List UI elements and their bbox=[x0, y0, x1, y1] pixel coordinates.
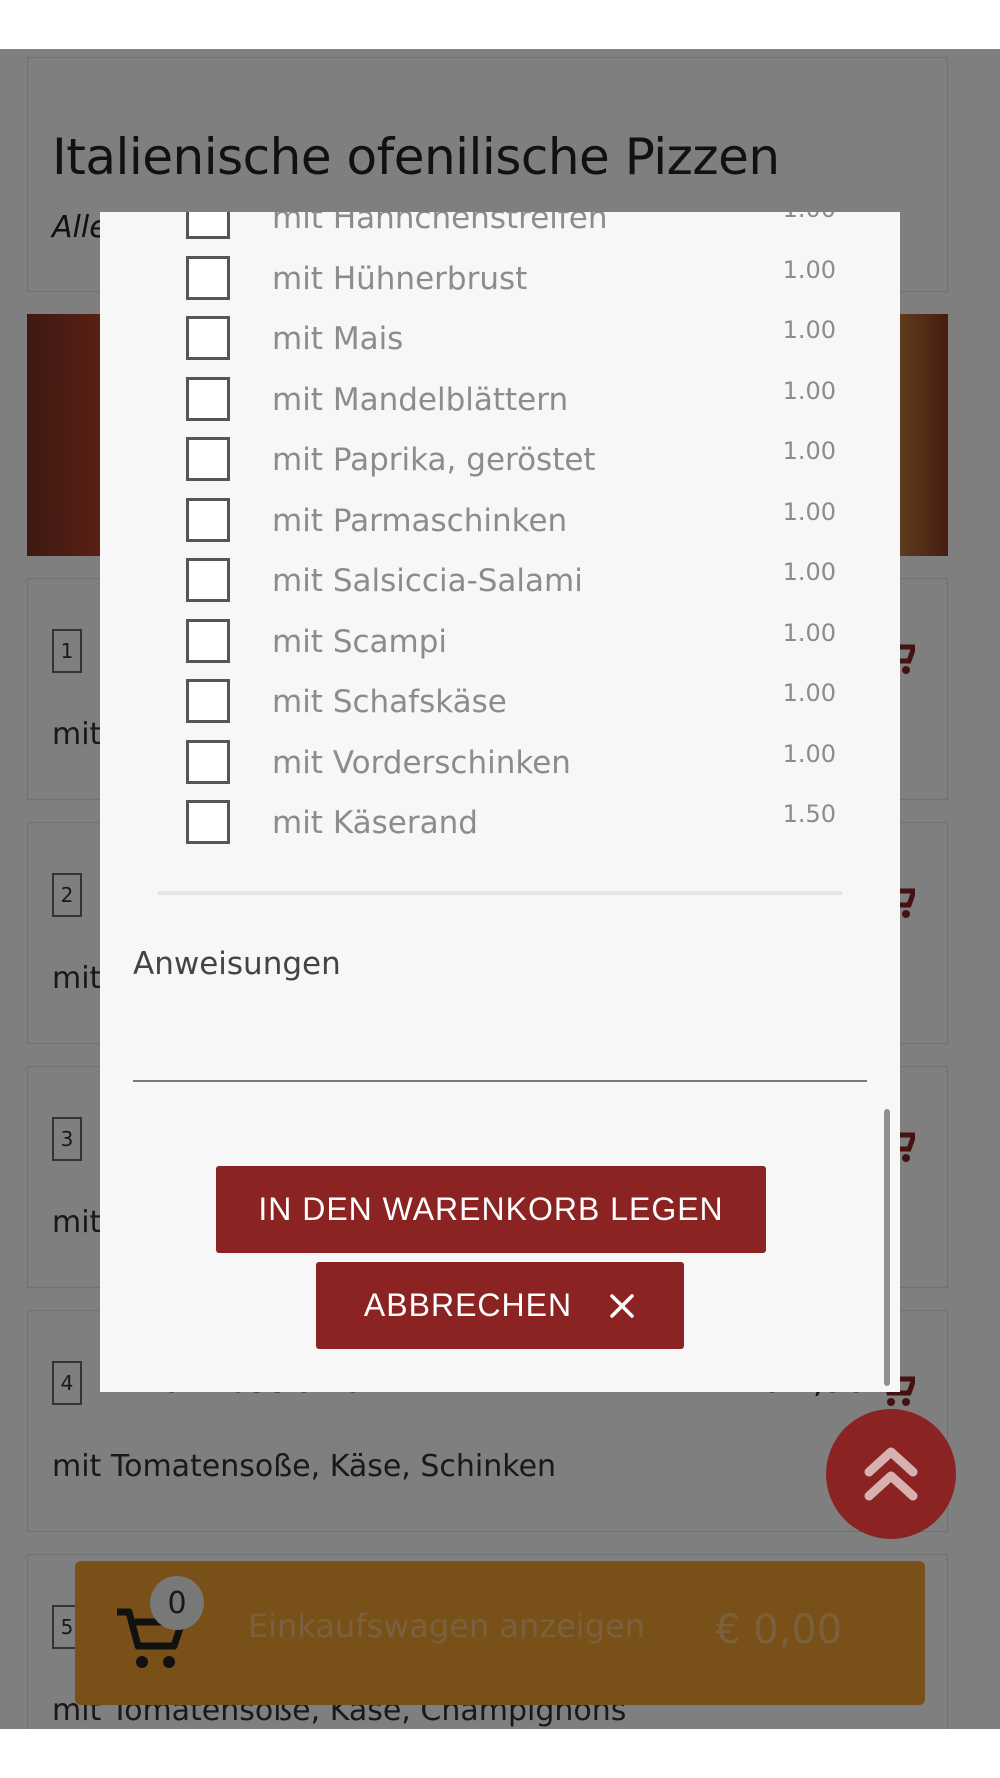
option-row[interactable]: mit Mais 1.00 bbox=[100, 301, 900, 362]
option-label: mit Hühnerbrust bbox=[272, 260, 528, 297]
view-cart-bar[interactable]: 0 Einkaufswagen anzeigen € 0,00 bbox=[75, 1561, 925, 1705]
extras-options-list: mit Hähnchenstreifen 1.00 mit Hühnerbrus… bbox=[100, 212, 900, 846]
option-price: 1.00 bbox=[782, 679, 836, 707]
option-checkbox[interactable] bbox=[186, 739, 230, 784]
option-label: mit Käserand bbox=[272, 805, 478, 841]
option-label: mit Mandelblättern bbox=[272, 381, 569, 418]
option-row[interactable]: mit Schafskäse 1.00 bbox=[100, 664, 900, 725]
scroll-to-top-button[interactable] bbox=[826, 1409, 956, 1539]
option-checkbox[interactable] bbox=[186, 679, 230, 723]
option-row[interactable]: mit Mandelblättern 1.00 bbox=[100, 362, 900, 423]
option-price: 1.00 bbox=[782, 255, 836, 284]
instructions-label: Anweisungen bbox=[133, 946, 341, 982]
option-checkbox[interactable] bbox=[186, 316, 230, 360]
add-to-cart-button[interactable]: IN DEN WARENKORB LEGEN bbox=[216, 1166, 766, 1253]
option-price: 1.00 bbox=[782, 618, 836, 647]
cart-bar-dim bbox=[75, 1561, 925, 1705]
extras-dialog: mit Hähnchenstreifen 1.00 mit Hühnerbrus… bbox=[100, 212, 900, 1392]
dialog-scrollbar[interactable] bbox=[884, 1109, 890, 1386]
option-checkbox[interactable] bbox=[186, 558, 230, 602]
double-chevron-up-icon bbox=[864, 1447, 918, 1501]
option-checkbox[interactable] bbox=[186, 437, 230, 481]
option-label: mit Vorderschinken bbox=[272, 744, 571, 781]
section-divider bbox=[158, 891, 842, 895]
option-label: mit Scampi bbox=[272, 623, 448, 660]
option-row[interactable]: mit Salsiccia-Salami 1.00 bbox=[100, 543, 900, 604]
page-screen: Italienische ofenilische Pizzen Alle 1 P… bbox=[0, 49, 1000, 1729]
close-icon bbox=[610, 1293, 634, 1318]
option-label: mit Hähnchenstreifen bbox=[272, 212, 608, 236]
option-checkbox[interactable] bbox=[186, 255, 230, 300]
option-price: 1.00 bbox=[782, 497, 836, 526]
option-label: mit Parmaschinken bbox=[272, 502, 568, 539]
option-price: 1.00 bbox=[782, 558, 836, 586]
option-row[interactable]: mit Hühnerbrust 1.00 bbox=[100, 241, 900, 302]
instructions-input[interactable] bbox=[133, 992, 867, 1082]
bottom-edge bbox=[0, 1729, 1000, 1778]
option-checkbox[interactable] bbox=[186, 497, 230, 542]
option-row[interactable]: mit Scampi 1.00 bbox=[100, 604, 900, 665]
option-row[interactable]: mit Paprika, geröstet 1.00 bbox=[100, 422, 900, 483]
option-price: 1.50 bbox=[782, 800, 836, 828]
option-checkbox[interactable] bbox=[186, 618, 230, 663]
cancel-button-label: ABBRECHEN bbox=[363, 1287, 573, 1323]
option-row[interactable]: mit Vorderschinken 1.00 bbox=[100, 725, 900, 786]
option-row[interactable]: mit Käserand 1.50 bbox=[100, 785, 900, 846]
option-price: 1.00 bbox=[783, 212, 836, 223]
option-label: mit Mais bbox=[272, 321, 404, 357]
option-row[interactable]: mit Parmaschinken 1.00 bbox=[100, 483, 900, 544]
option-label: mit Salsiccia-Salami bbox=[272, 563, 583, 599]
option-checkbox[interactable] bbox=[186, 800, 230, 844]
option-row[interactable]: mit Hähnchenstreifen 1.00 bbox=[100, 212, 900, 241]
option-price: 1.00 bbox=[782, 376, 836, 405]
option-price: 1.00 bbox=[782, 437, 836, 465]
option-label: mit Paprika, geröstet bbox=[272, 442, 596, 478]
option-price: 1.00 bbox=[782, 739, 836, 768]
option-checkbox[interactable] bbox=[186, 212, 230, 239]
option-price: 1.00 bbox=[782, 316, 836, 344]
option-checkbox[interactable] bbox=[186, 376, 230, 421]
cancel-button[interactable]: ABBRECHEN bbox=[316, 1262, 684, 1349]
option-label: mit Schafskäse bbox=[272, 684, 507, 720]
